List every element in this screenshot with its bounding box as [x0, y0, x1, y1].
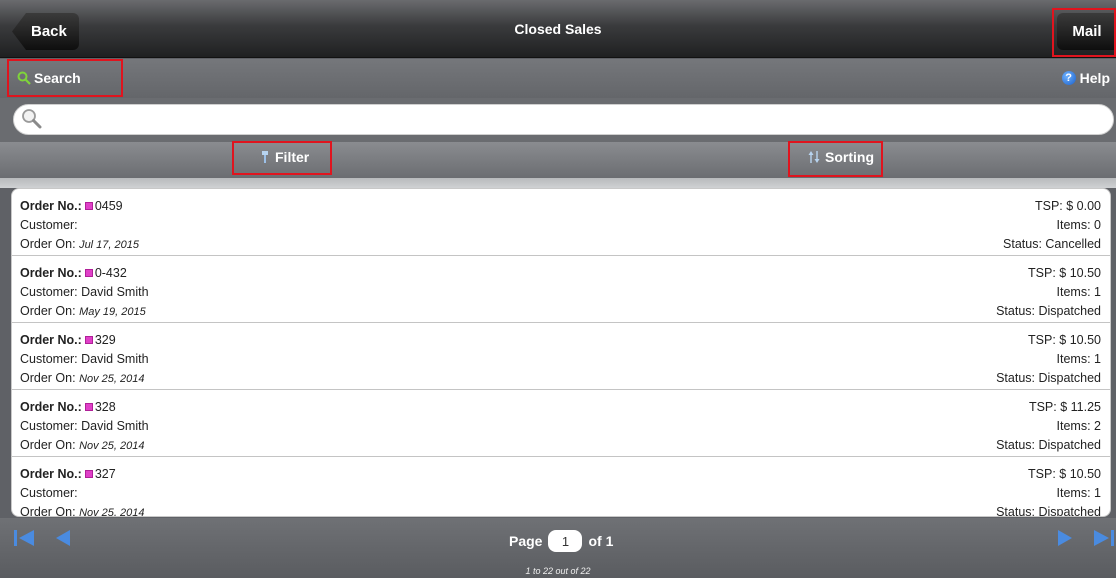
order-marker-icon — [84, 403, 93, 411]
order-marker-icon — [84, 336, 93, 344]
order-items: Items: 1 — [1056, 352, 1101, 366]
magnifier-icon — [22, 109, 42, 129]
order-date: Nov 25, 2014 — [79, 440, 145, 452]
page-label: Page — [509, 533, 543, 549]
order-tsp: TSP: $ 10.50 — [1028, 266, 1101, 280]
page-number-input[interactable] — [548, 530, 583, 552]
search-icon — [17, 71, 31, 85]
order-on-label: Order On: — [20, 438, 76, 452]
order-items: Items: 2 — [1056, 419, 1101, 433]
search-input[interactable] — [13, 104, 1114, 135]
prev-page-icon[interactable] — [52, 527, 74, 549]
order-items: Items: 1 — [1056, 486, 1101, 500]
order-tsp: TSP: $ 10.50 — [1028, 467, 1101, 481]
sorting-label: Sorting — [825, 149, 874, 165]
page-indicator: Page of 1 — [509, 530, 613, 552]
order-tsp: TSP: $ 10.50 — [1028, 333, 1101, 347]
order-row[interactable]: Order No.: 327 Customer: Order On: Nov 25… — [12, 457, 1110, 517]
order-no: 328 — [94, 400, 116, 414]
order-no-label: Order No.: — [20, 400, 82, 414]
order-no: 0459 — [94, 199, 123, 213]
search-button[interactable]: Search — [17, 70, 81, 86]
first-page-icon[interactable] — [12, 527, 38, 549]
order-tsp: TSP: $ 11.25 — [1028, 400, 1101, 414]
filter-icon — [262, 151, 268, 163]
order-status: Status: Dispatched — [996, 371, 1101, 385]
customer-label: Customer: — [20, 285, 78, 299]
order-marker-icon — [84, 202, 93, 210]
order-no: 0-432 — [94, 266, 127, 280]
page-title: Closed Sales — [514, 21, 602, 37]
sort-icon — [808, 151, 820, 163]
help-button[interactable]: ? Help — [1061, 70, 1110, 86]
help-label: Help — [1079, 70, 1110, 86]
mail-button[interactable]: Mail — [1057, 13, 1116, 50]
filter-button[interactable]: Filter — [260, 149, 309, 165]
customer-name: David Smith — [81, 352, 149, 366]
filter-sort-toolbar: Filter Sorting — [0, 142, 1116, 178]
order-items: Items: 1 — [1056, 285, 1101, 299]
customer-label: Customer: — [20, 352, 78, 366]
order-marker-icon — [84, 470, 93, 478]
order-on-label: Order On: — [20, 237, 76, 251]
order-status: Status: Dispatched — [996, 304, 1101, 318]
pagination-bar: Page of 1 1 to 22 out of 22 — [0, 518, 1116, 578]
search-field-container — [0, 98, 1116, 142]
order-no-label: Order No.: — [20, 199, 82, 213]
order-date: May 19, 2015 — [79, 306, 146, 318]
order-row[interactable]: Order No.: 328 Customer: David Smith Orde… — [12, 390, 1110, 457]
order-date: Jul 17, 2015 — [79, 239, 139, 251]
next-page-icon[interactable] — [1054, 527, 1076, 549]
orders-list: Order No.: 0459 Customer: Order On: Jul 1… — [11, 188, 1111, 517]
order-no-label: Order No.: — [20, 333, 82, 347]
order-date: Nov 25, 2014 — [79, 373, 145, 385]
order-items: Items: 0 — [1056, 218, 1101, 232]
divider — [0, 178, 1116, 188]
customer-name: David Smith — [81, 285, 149, 299]
order-status: Status: Dispatched — [996, 438, 1101, 452]
order-row[interactable]: Order No.: 0-432 Customer: David Smith Or… — [12, 256, 1110, 323]
order-on-label: Order On: — [20, 371, 76, 385]
order-row[interactable]: Order No.: 0459 Customer: Order On: Jul 1… — [12, 189, 1110, 256]
order-marker-icon — [84, 269, 93, 277]
order-tsp: TSP: $ 0.00 — [1034, 199, 1101, 213]
order-date: Nov 25, 2014 — [79, 507, 145, 517]
search-toolbar: Search ? Help — [0, 59, 1116, 98]
customer-name: David Smith — [81, 419, 149, 433]
order-status: Status: Dispatched — [996, 505, 1101, 517]
customer-label: Customer: — [20, 486, 78, 500]
search-label: Search — [34, 70, 81, 86]
customer-label: Customer: — [20, 218, 78, 232]
order-no-label: Order No.: — [20, 467, 82, 481]
top-bar: Back Closed Sales Mail — [0, 0, 1116, 58]
order-on-label: Order On: — [20, 505, 76, 517]
order-row[interactable]: Order No.: 329 Customer: David Smith Orde… — [12, 323, 1110, 390]
range-text: 1 to 22 out of 22 — [525, 566, 591, 576]
order-status: Status: Cancelled — [1003, 237, 1101, 251]
order-on-label: Order On: — [20, 304, 76, 318]
order-no-label: Order No.: — [20, 266, 82, 280]
page-of-label: of 1 — [588, 533, 614, 549]
filter-label: Filter — [275, 149, 310, 165]
last-page-icon[interactable] — [1090, 527, 1116, 549]
customer-label: Customer: — [20, 419, 78, 433]
help-icon: ? — [1061, 71, 1076, 85]
sorting-button[interactable]: Sorting — [808, 149, 874, 165]
back-button[interactable]: Back — [12, 13, 79, 50]
order-no: 327 — [94, 467, 116, 481]
order-no: 329 — [94, 333, 116, 347]
